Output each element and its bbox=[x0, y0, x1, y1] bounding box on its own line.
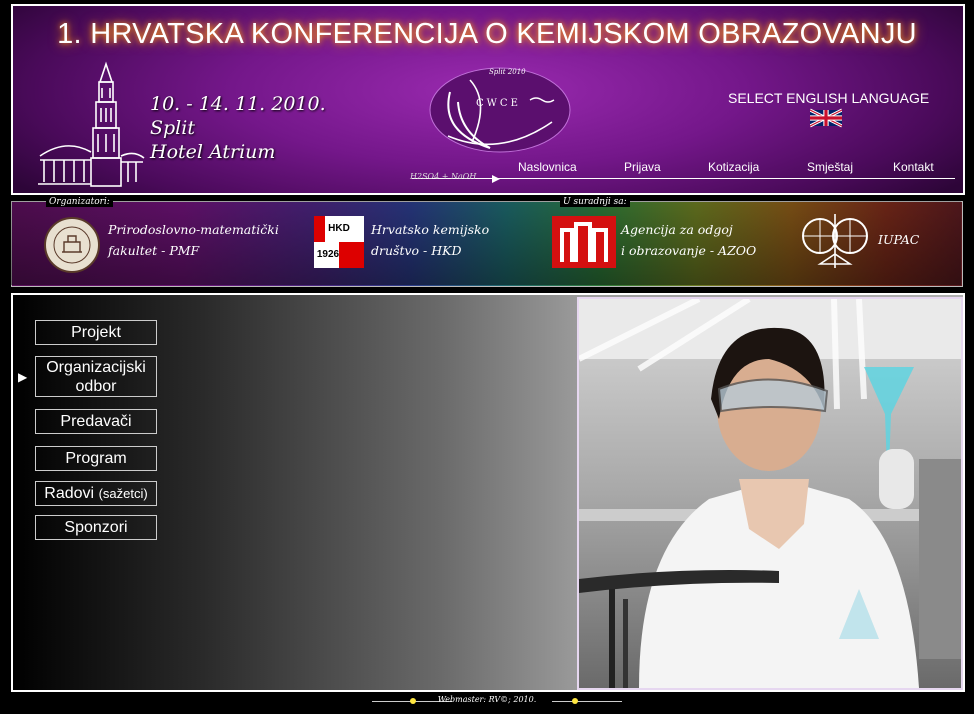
nav-naslovnica[interactable]: Naslovnica bbox=[518, 160, 577, 174]
cathedral-illustration bbox=[38, 61, 145, 187]
cwce-logo bbox=[429, 67, 571, 153]
organizers-label: Organizatori: bbox=[46, 197, 113, 207]
azoo-line2: i obrazovanje - AZOO bbox=[621, 243, 757, 258]
logo-year-text: Split 2010 bbox=[489, 68, 526, 76]
footer-line-right bbox=[552, 701, 622, 702]
chemical-formula: H2SO4 + NaOH bbox=[410, 172, 477, 181]
hkd-logo[interactable]: HKD 1926 bbox=[314, 216, 364, 268]
azoo-text[interactable]: Agencija za odgoj i obrazovanje - AZOO bbox=[621, 219, 756, 261]
azoo-logo-icon[interactable] bbox=[552, 216, 616, 268]
pmf-line1: Prirodoslovno-matematički bbox=[108, 222, 279, 237]
menu-program[interactable]: Program bbox=[35, 446, 157, 471]
pmf-seal-icon[interactable] bbox=[42, 216, 102, 274]
azoo-line1: Agencija za odgoj bbox=[621, 222, 733, 237]
nav-arrow-icon bbox=[492, 175, 500, 183]
lab-photo bbox=[577, 297, 963, 690]
menu-radovi-sub: (sažetci) bbox=[98, 486, 148, 501]
hkd-square-red-2 bbox=[339, 242, 364, 268]
nav-prijava[interactable]: Prijava bbox=[624, 160, 661, 174]
event-dates: 10. - 14. 11. 2010. bbox=[150, 93, 326, 115]
menu-radovi[interactable]: Radovi (sažetci) bbox=[35, 481, 157, 506]
menu-organizacijski-odbor[interactable]: Organizacijski odbor bbox=[35, 356, 157, 397]
pmf-line2: fakultet - PMF bbox=[108, 243, 200, 258]
menu-radovi-label: Radovi bbox=[44, 485, 95, 502]
nav-smjestaj[interactable]: Smještaj bbox=[807, 160, 853, 174]
event-info: 10. - 14. 11. 2010. Split Hotel Atrium bbox=[150, 92, 326, 164]
english-language-link[interactable]: SELECT ENGLISH LANGUAGE bbox=[728, 90, 929, 106]
event-city: Split bbox=[150, 117, 195, 139]
menu-predavaci[interactable]: Predavači bbox=[35, 409, 157, 434]
iupac-label[interactable]: IUPAC bbox=[878, 229, 919, 250]
lab-photo-image bbox=[579, 299, 961, 688]
partners-label: U suradnji sa: bbox=[560, 197, 630, 207]
iupac-logo-icon[interactable] bbox=[800, 210, 870, 272]
selected-menu-arrow-icon: ▶ bbox=[18, 370, 28, 384]
menu-organizacijski-line2: odbor bbox=[75, 378, 117, 395]
hkd-line2: društvo - HKD bbox=[371, 243, 462, 258]
uk-flag-icon[interactable] bbox=[810, 108, 842, 128]
menu-sponzori[interactable]: Sponzori bbox=[35, 515, 157, 540]
logo-cwce-text: CWCE bbox=[476, 98, 521, 109]
pmf-text[interactable]: Prirodoslovno-matematički fakultet - PMF bbox=[108, 219, 279, 261]
hkd-text[interactable]: Hrvatsko kemijsko društvo - HKD bbox=[371, 219, 489, 261]
hkd-badge-text: HKD bbox=[325, 216, 353, 242]
conference-title: 1. HRVATSKA KONFERENCIJA O KEMIJSKOM OBR… bbox=[57, 18, 917, 50]
footer-dot-right bbox=[572, 698, 578, 704]
hkd-year: 1926 bbox=[316, 249, 340, 260]
event-venue: Hotel Atrium bbox=[150, 141, 276, 163]
top-nav: Naslovnica Prijava Kotizacija Smještaj K… bbox=[500, 160, 954, 176]
nav-kotizacija[interactable]: Kotizacija bbox=[708, 160, 759, 174]
menu-organizacijski-line1: Organizacijski bbox=[46, 359, 146, 376]
nav-kontakt[interactable]: Kontakt bbox=[893, 160, 934, 174]
hkd-line1: Hrvatsko kemijsko bbox=[371, 222, 490, 237]
footer-credit: Webmaster: RV©; 2010. bbox=[437, 695, 537, 704]
menu-projekt[interactable]: Projekt bbox=[35, 320, 157, 345]
